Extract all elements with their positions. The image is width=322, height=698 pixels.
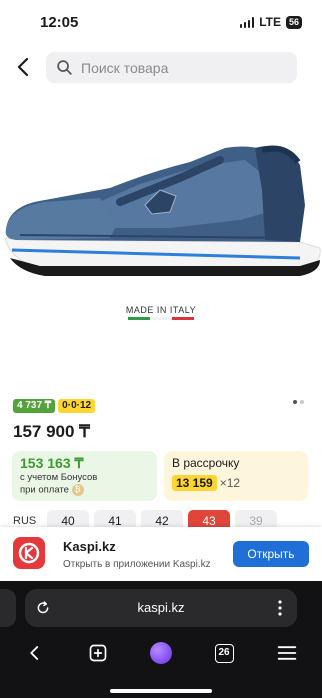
status-indicators: LTE 56 [239, 15, 302, 29]
pagination-dot-active[interactable] [293, 400, 297, 404]
add-tab-icon [89, 644, 107, 662]
nav-back-button[interactable] [19, 637, 51, 669]
made-in-italy-label: MADE IN ITALY [0, 305, 322, 320]
bonus-note-line1: с учетом Бонусов [20, 472, 98, 483]
new-tab-button[interactable] [82, 637, 114, 669]
open-app-button[interactable]: Открыть [233, 541, 309, 567]
image-pagination[interactable] [293, 400, 304, 404]
back-icon [30, 646, 39, 660]
badge-installment-plan: 0·0·12 [58, 399, 96, 413]
back-arrow-icon[interactable] [12, 55, 36, 79]
installment-amount: 13 159 [172, 475, 217, 491]
installment-card[interactable]: В рассрочку 13 159 ×12 [164, 451, 308, 501]
search-icon [57, 60, 72, 75]
installment-multiplier: ×12 [219, 476, 241, 490]
size-system-label: RUS [13, 515, 37, 527]
search-bar[interactable] [46, 52, 297, 83]
italy-flag-icon [0, 317, 322, 320]
bonus-price: 153 163 ₸ [20, 455, 84, 471]
price-badges: 4 737 ₸ 0·0·12 [13, 399, 96, 413]
browser-bottom-nav: 26 [0, 637, 322, 677]
banner-subtitle: Открыть в приложении Kaspi.kz [63, 559, 211, 570]
status-time: 12:05 [40, 14, 79, 31]
tab-count: 26 [214, 643, 234, 663]
bonus-price-card[interactable]: 153 163 ₸ с учетом Бонусов при оплате ₿ [12, 451, 157, 501]
alice-icon [150, 642, 172, 664]
signal-icon [239, 16, 255, 28]
app-open-banner: Kaspi.kz Открыть в приложении Kaspi.kz О… [0, 527, 322, 581]
bonus-note-line2: при оплате [20, 484, 69, 496]
made-in-text: MADE IN ITALY [125, 305, 197, 315]
alice-assistant-button[interactable] [145, 637, 177, 669]
status-bar: 12:05 LTE 56 [0, 0, 322, 44]
kaspi-logo-icon [13, 537, 45, 569]
search-input[interactable] [81, 59, 281, 76]
pagination-dot[interactable] [300, 400, 304, 404]
address-bar[interactable]: kaspi.kz [25, 589, 297, 627]
tabs-button[interactable]: 26 [208, 637, 240, 669]
battery-icon: 56 [285, 15, 302, 29]
installment-title: В рассрочку [172, 456, 240, 470]
badge-monthly-price: 4 737 ₸ [13, 399, 56, 413]
previous-tab-peek[interactable] [0, 589, 16, 627]
hamburger-icon [277, 646, 297, 660]
home-indicator[interactable] [110, 689, 212, 693]
network-type: LTE [259, 15, 281, 29]
menu-button[interactable] [271, 637, 303, 669]
search-header [0, 50, 322, 84]
product-image[interactable] [0, 110, 322, 300]
more-menu-icon[interactable] [277, 600, 283, 616]
url-text: kaspi.kz [137, 600, 185, 615]
banner-title: Kaspi.kz [63, 539, 116, 554]
bonus-coin-icon: ₿ [71, 484, 84, 496]
product-price: 157 900 ₸ [13, 422, 90, 441]
browser-toolbar: kaspi.kz 26 [0, 581, 322, 698]
